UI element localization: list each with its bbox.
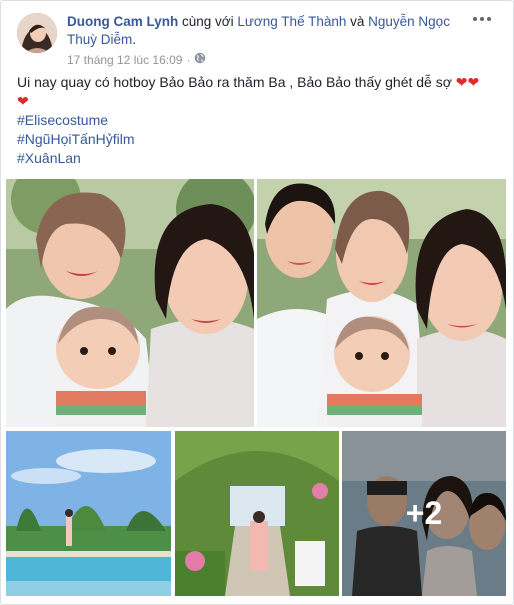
meta-separator: ·: [186, 52, 191, 67]
tagged-person-link-1[interactable]: Lương Thế Thành: [237, 14, 346, 29]
post-photo-3[interactable]: [6, 431, 171, 596]
caption-line: Ui nay quay có hotboy Bảo Bảo ra thăm Ba…: [17, 73, 501, 92]
heart-emoji-icon: ❤: [17, 93, 29, 109]
post-header: Duong Cam Lynh cùng với Lương Thế Thành …: [67, 13, 467, 49]
author-name-link[interactable]: Duong Cam Lynh: [67, 14, 178, 29]
and-text: và: [346, 14, 369, 29]
heart-emoji-icon: ❤: [467, 74, 480, 90]
more-photos-count: +2: [342, 431, 506, 596]
caption-line-2: ❤: [17, 92, 501, 111]
hashtag-link[interactable]: #Elisecostume: [17, 111, 501, 130]
post-photo-1[interactable]: [6, 179, 254, 427]
post-meta: 17 tháng 12 lúc 16:09 ·: [67, 52, 206, 67]
author-avatar[interactable]: [17, 13, 57, 53]
end-text: .: [132, 32, 137, 47]
post-caption: Ui nay quay có hotboy Bảo Bảo ra thăm Ba…: [17, 73, 501, 168]
hashtag-link[interactable]: #XuânLan: [17, 149, 501, 168]
post-photo-2[interactable]: [257, 179, 506, 427]
with-text: cùng với: [178, 14, 238, 29]
facebook-post: Duong Cam Lynh cùng với Lương Thế Thành …: [0, 0, 514, 605]
post-photo-5-more[interactable]: +2: [342, 431, 506, 596]
more-options-icon[interactable]: [471, 11, 493, 27]
heart-emoji-icon: ❤: [455, 74, 468, 90]
caption-text: Ui nay quay có hotboy Bảo Bảo ra thăm Ba…: [17, 74, 456, 90]
hashtag-link[interactable]: #NgũHọiTấnHỷfilm: [17, 130, 501, 149]
post-timestamp-link[interactable]: 17 tháng 12 lúc 16:09: [67, 53, 182, 67]
post-photo-4[interactable]: [175, 431, 339, 596]
globe-icon[interactable]: [194, 52, 206, 67]
